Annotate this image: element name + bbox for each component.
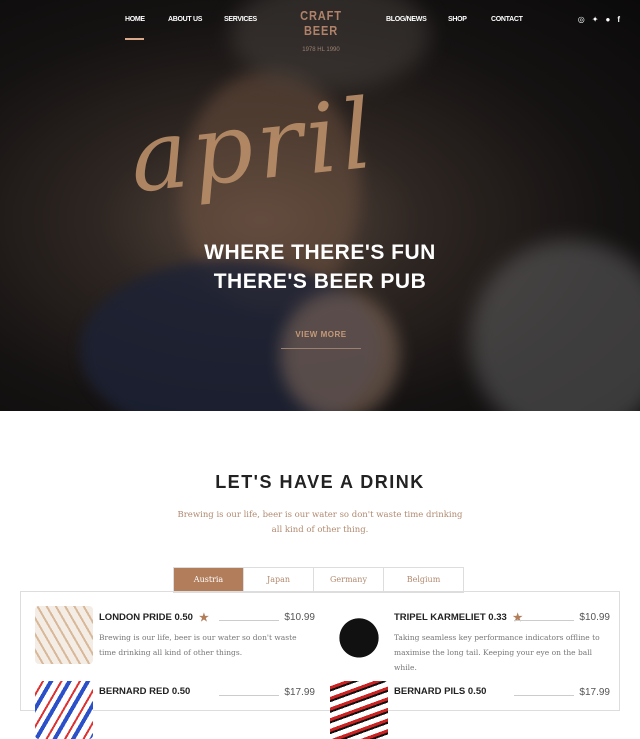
hero-headline: WHERE THERE'S FUN THERE'S BEER PUB (0, 238, 640, 296)
nav-home[interactable]: HOME (125, 16, 145, 40)
item-name: LONDON PRIDE 0.50 (99, 612, 193, 623)
item-price: $10.99 (579, 612, 610, 623)
divider (514, 620, 574, 621)
nav-shop[interactable]: SHOP (448, 16, 467, 23)
item-name: TRIPEL KARMELIET 0.33 (394, 612, 507, 623)
logo[interactable]: CRAFT BEER 1978 HL 1990 (287, 8, 355, 56)
divider (219, 620, 279, 621)
logo-sub: 1978 HL 1990 (302, 47, 340, 53)
divider (219, 695, 279, 696)
facebook-icon[interactable]: f (617, 15, 620, 24)
logo-title: CRAFT BEER (300, 8, 342, 38)
item-price: $17.99 (579, 687, 610, 698)
beer-thumbnail (330, 606, 388, 664)
item-price: $10.99 (284, 612, 315, 623)
tab-belgium[interactable]: Belgium (384, 568, 463, 592)
item-description: Taking seamless key performance indicato… (394, 633, 600, 672)
hero-banner: HOME ABOUT US SERVICES BLOG/NEWS SHOP CO… (0, 0, 640, 411)
twitter-icon[interactable]: ✦ (592, 15, 599, 24)
nav-services[interactable]: SERVICES (224, 16, 257, 23)
star-icon: ★ (198, 612, 209, 624)
tab-japan[interactable]: Japan (244, 568, 314, 592)
tab-austria[interactable]: Austria (174, 568, 244, 592)
section-title: LET'S HAVE A DRINK (215, 472, 425, 492)
star-icon: ★ (512, 612, 523, 624)
item-description: Brewing is our life, beer is our water s… (99, 633, 297, 657)
beer-menu-panel: LONDON PRIDE 0.50 ★ $10.99 Brewing is our… (20, 591, 620, 739)
view-more-button[interactable]: VIEW MORE (281, 325, 361, 349)
section-subtitle: Brewing is our life, beer is our water s… (177, 510, 463, 535)
pinterest-icon[interactable]: ● (605, 15, 610, 24)
item-name: BERNARD RED 0.50 (99, 686, 191, 697)
country-tabs: Austria Japan Germany Belgium (173, 567, 464, 593)
nav-blog[interactable]: BLOG/NEWS (386, 16, 427, 23)
headline-line-1: WHERE THERE'S FUN (204, 241, 436, 264)
item-price: $17.99 (284, 687, 315, 698)
tab-germany[interactable]: Germany (314, 568, 384, 592)
beer-thumbnail (35, 681, 93, 739)
nav-about[interactable]: ABOUT US (168, 16, 202, 23)
beer-thumbnail (35, 606, 93, 664)
divider (514, 695, 574, 696)
social-links: ◎ ✦ ● f (578, 15, 620, 24)
instagram-icon[interactable]: ◎ (578, 15, 585, 24)
item-name: BERNARD PILS 0.50 (394, 686, 487, 697)
beer-thumbnail (330, 681, 388, 739)
nav-contact[interactable]: CONTACT (491, 16, 523, 23)
headline-line-2: THERE'S BEER PUB (213, 270, 427, 293)
